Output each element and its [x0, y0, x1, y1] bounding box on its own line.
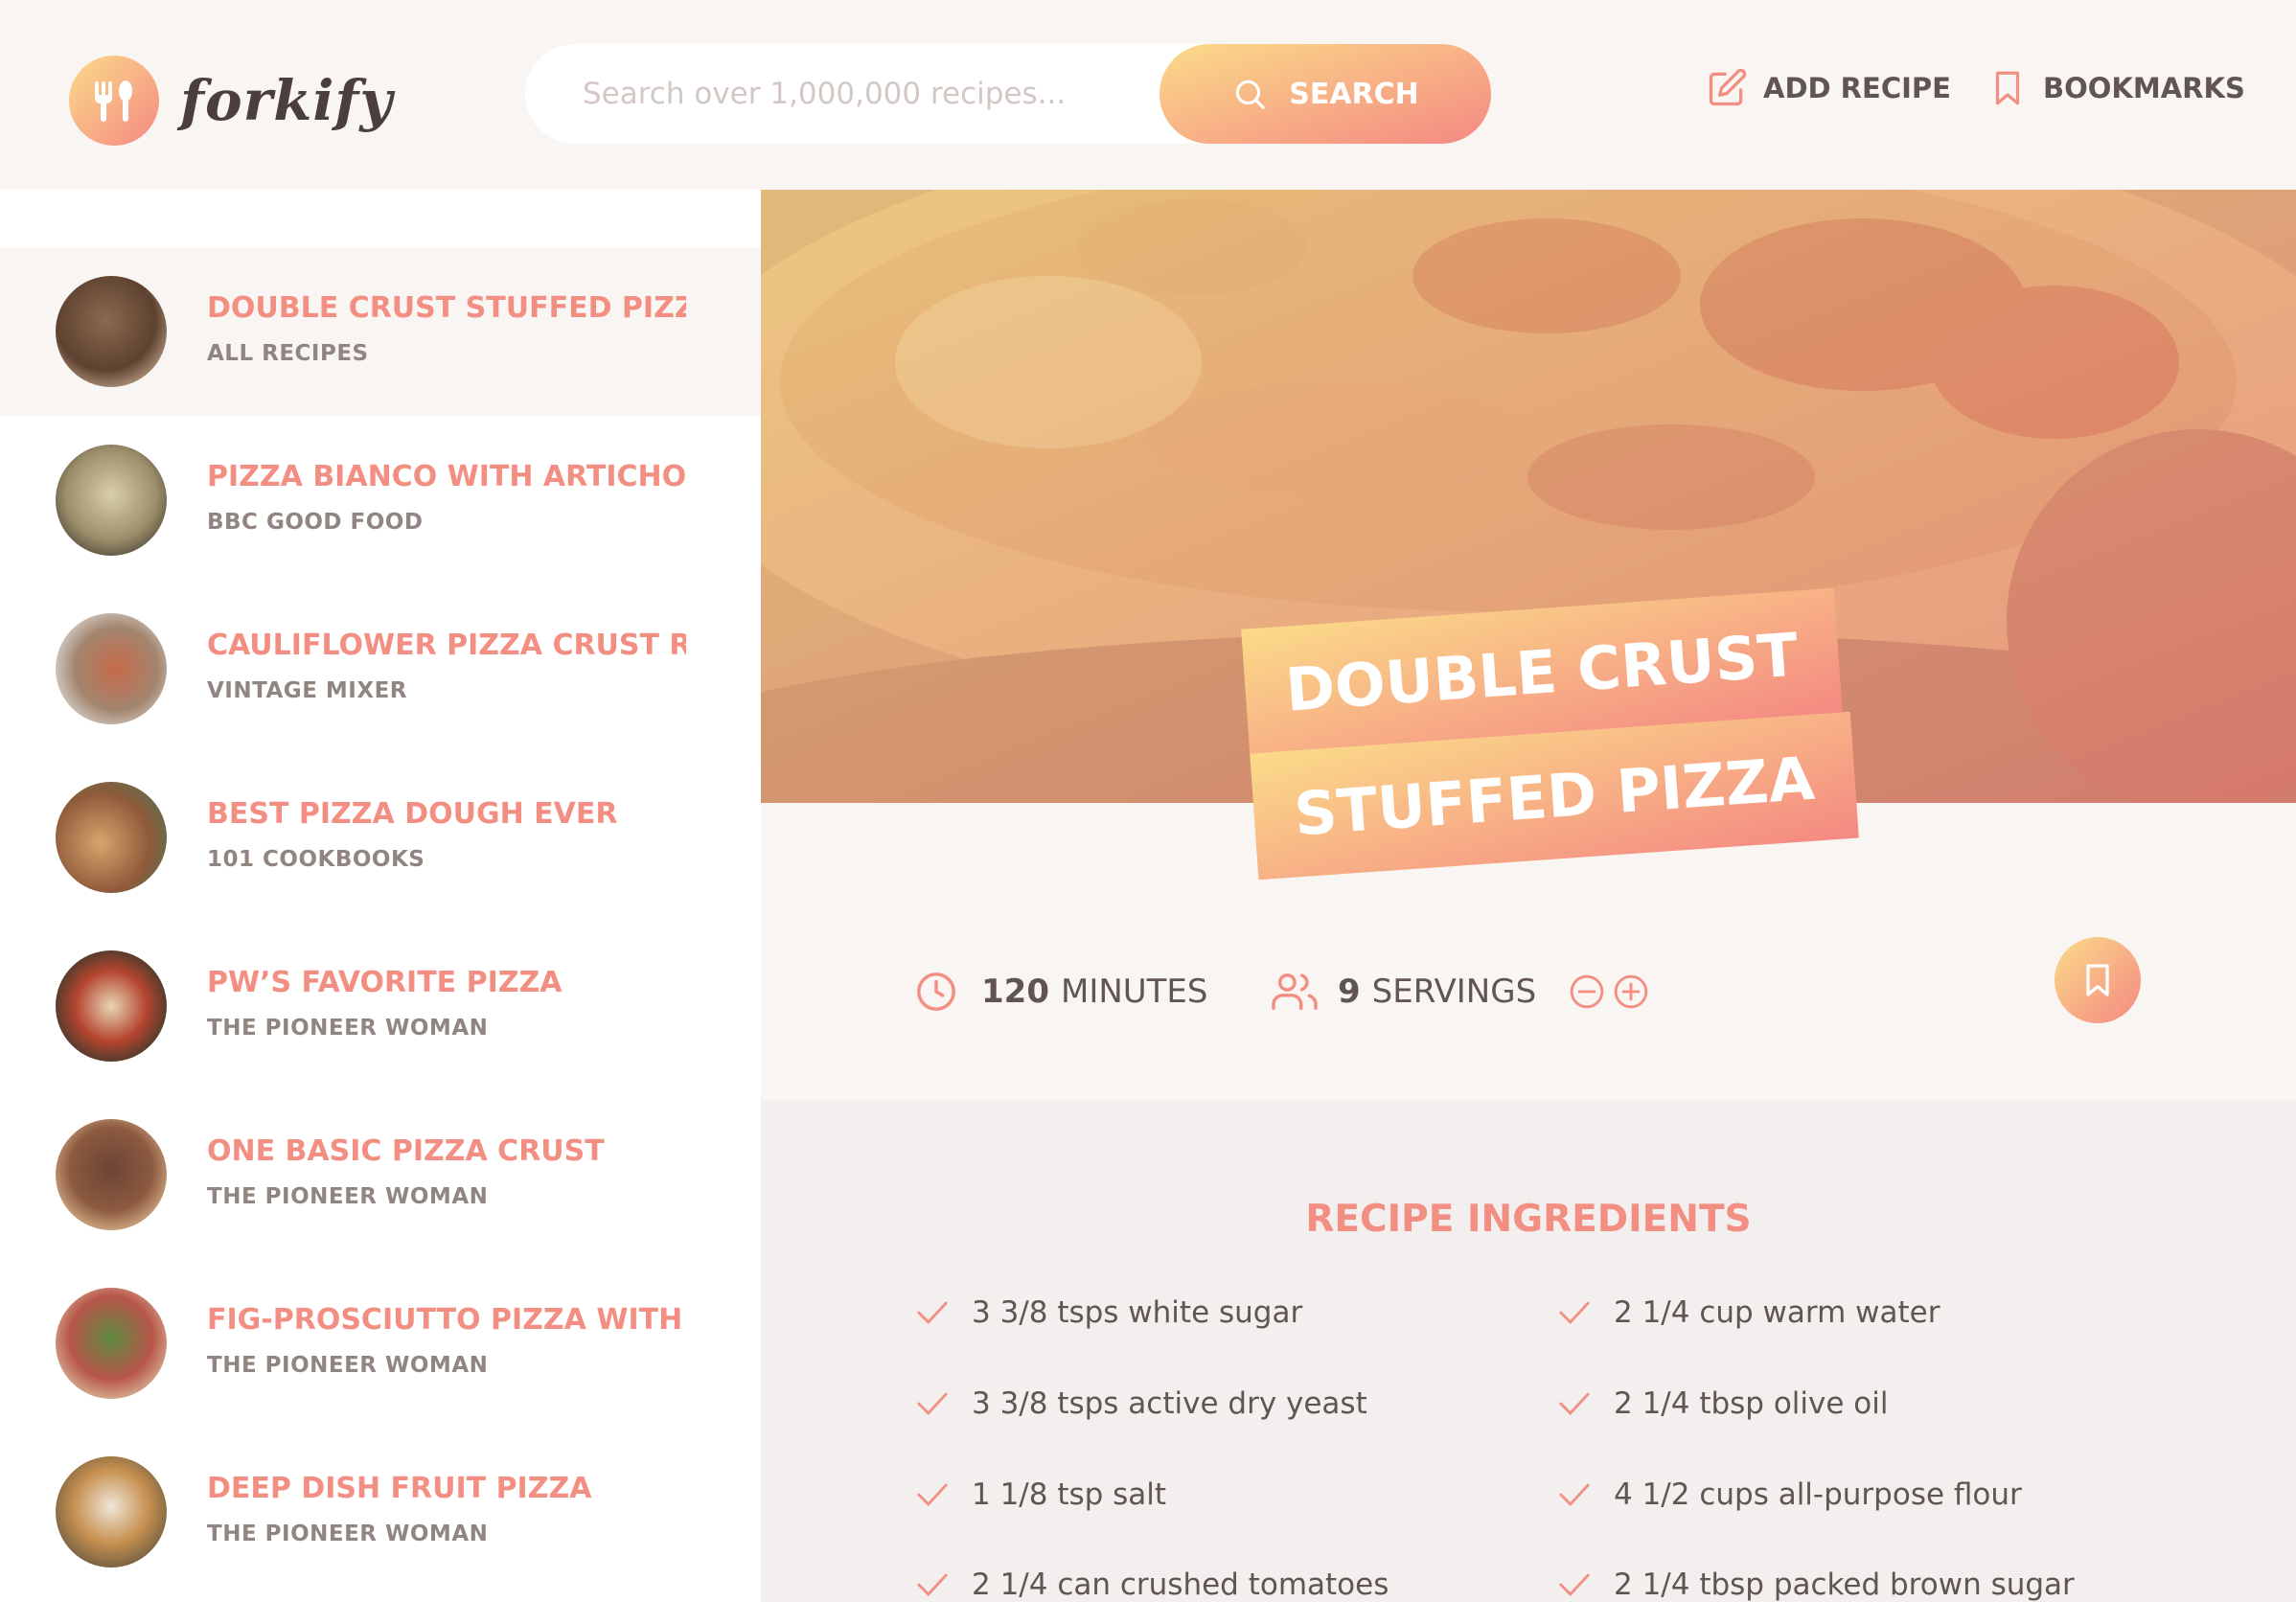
result-title: DEEP DISH FRUIT PIZZA	[207, 1472, 592, 1505]
ingredient: 2 1/4 can crushed tomatoes	[916, 1568, 1389, 1602]
recipe-thumbnail	[56, 613, 167, 724]
decrease-servings-button[interactable]	[1569, 973, 1605, 1010]
ingredient: 2 1/4 tbsp olive oil	[1558, 1386, 1889, 1421]
result-publisher: THE PIONEER WOMAN	[207, 1522, 489, 1546]
ingredient: 4 1/2 cups all-purpose flour	[1558, 1477, 2022, 1512]
recipe-thumbnail	[56, 1456, 167, 1568]
check-icon	[917, 1392, 948, 1415]
result-publisher: THE PIONEER WOMAN	[207, 1016, 489, 1041]
ingredient: 2 1/4 tbsp packed brown sugar	[1558, 1568, 2075, 1602]
edit-icon	[1709, 68, 1747, 106]
ingredient-text: 3 3/8 tsps white sugar	[972, 1295, 1303, 1330]
clock-icon	[917, 973, 955, 1011]
recipe-thumbnail	[56, 276, 167, 387]
check-icon	[1559, 1483, 1590, 1506]
logo-text: forkify	[180, 68, 394, 133]
bookmarks-button[interactable]: BOOKMARKS	[1987, 67, 2245, 109]
servings-label: SERVINGS	[1371, 973, 1537, 1011]
plus-circle-icon	[1614, 974, 1648, 1009]
result-publisher: ALL RECIPES	[207, 341, 369, 366]
search-icon	[1235, 80, 1266, 109]
result-item[interactable]: PW’S FAVORITE PIZZA THE PIONEER WOMAN	[0, 922, 761, 1090]
bookmarks-label: BOOKMARKS	[2043, 72, 2245, 104]
result-item[interactable]: PIZZA BIANCO WITH ARTICHOKE ... BBC GOOD…	[0, 416, 761, 584]
result-publisher: THE PIONEER WOMAN	[207, 1353, 489, 1378]
result-item[interactable]: BEST PIZZA DOUGH EVER 101 COOKBOOKS	[0, 753, 761, 922]
header: forkify SEARCH ADD RECIPE BOOKMARKS	[0, 0, 2296, 190]
ingredient-text: 2 1/4 tbsp packed brown sugar	[1614, 1568, 2075, 1602]
result-item[interactable]: ONE BASIC PIZZA CRUST THE PIONEER WOMAN	[0, 1090, 761, 1259]
result-title: PIZZA BIANCO WITH ARTICHOKE ...	[207, 460, 686, 493]
ingredient: 3 3/8 tsps white sugar	[916, 1295, 1302, 1330]
result-title: PW’S FAVORITE PIZZA	[207, 966, 563, 999]
search-input[interactable]	[583, 73, 1177, 115]
recipe-view: DOUBLE CRUST STUFFED PIZZA 120 MINUTES 9S…	[761, 190, 2296, 1602]
ingredients-section	[761, 1100, 2296, 1602]
ingredient: 1 1/8 tsp salt	[916, 1477, 1166, 1512]
add-recipe-button[interactable]: ADD RECIPE	[1706, 67, 1951, 109]
result-item[interactable]: FIG-PROSCIUTTO PIZZA WITH AR... THE PION…	[0, 1259, 761, 1428]
check-icon	[917, 1301, 948, 1324]
ingredients-heading: RECIPE INGREDIENTS	[1305, 1198, 1752, 1241]
result-item[interactable]: CAULIFLOWER PIZZA CRUST RECI... VINTAGE …	[0, 584, 761, 753]
bookmark-icon	[1995, 71, 2020, 105]
result-item[interactable]: DOUBLE CRUST STUFFED PIZZA ALL RECIPES	[0, 247, 761, 416]
ingredient-text: 2 1/4 can crushed tomatoes	[972, 1568, 1389, 1602]
result-publisher: THE PIONEER WOMAN	[207, 1184, 489, 1209]
search-button-label: SEARCH	[1289, 77, 1419, 111]
result-publisher: BBC GOOD FOOD	[207, 510, 424, 535]
result-publisher: VINTAGE MIXER	[207, 678, 408, 703]
cooking-time: 120 MINUTES	[914, 970, 1208, 1014]
result-item[interactable]: DEEP DISH FRUIT PIZZA THE PIONEER WOMAN	[0, 1428, 761, 1596]
minus-circle-icon	[1570, 974, 1604, 1009]
recipe-thumbnail	[56, 445, 167, 556]
search-bar: SEARCH	[525, 44, 1491, 144]
search-results: DOUBLE CRUST STUFFED PIZZA ALL RECIPES P…	[0, 190, 761, 1602]
servings-value: 9	[1338, 973, 1361, 1011]
result-title: FIG-PROSCIUTTO PIZZA WITH AR...	[207, 1303, 686, 1337]
logo[interactable]: forkify	[69, 56, 393, 146]
recipe-thumbnail	[56, 950, 167, 1062]
bookmark-recipe-button[interactable]	[2055, 937, 2141, 1023]
add-recipe-label: ADD RECIPE	[1763, 72, 1951, 104]
result-title: ONE BASIC PIZZA CRUST	[207, 1134, 605, 1168]
users-icon	[1272, 973, 1318, 1010]
bookmark-icon	[2086, 964, 2109, 996]
result-title: BEST PIZZA DOUGH EVER	[207, 797, 618, 831]
minutes-label: MINUTES	[1060, 973, 1208, 1011]
ingredient-text: 4 1/2 cups all-purpose flour	[1614, 1477, 2022, 1512]
result-title: DOUBLE CRUST STUFFED PIZZA	[207, 291, 686, 325]
recipe-thumbnail	[56, 1288, 167, 1399]
recipe-thumbnail	[56, 1119, 167, 1230]
recipe-thumbnail	[56, 782, 167, 893]
check-icon	[1559, 1573, 1590, 1596]
minutes-value: 120	[981, 973, 1049, 1011]
ingredient: 3 3/8 tsps active dry yeast	[916, 1386, 1367, 1421]
check-icon	[917, 1483, 948, 1506]
servings: 9 SERVINGS	[1271, 970, 1649, 1014]
increase-servings-button[interactable]	[1613, 973, 1649, 1010]
recipe-title: DOUBLE CRUST STUFFED PIZZA	[1239, 561, 1859, 920]
ingredient-text: 3 3/8 tsps active dry yeast	[972, 1386, 1367, 1421]
ingredient: 2 1/4 cup warm water	[1558, 1295, 1940, 1330]
ingredient-text: 1 1/8 tsp salt	[972, 1477, 1167, 1512]
fork-knife-icon	[69, 56, 159, 146]
check-icon	[917, 1573, 948, 1596]
result-title: CAULIFLOWER PIZZA CRUST RECI...	[207, 629, 686, 662]
ingredient-text: 2 1/4 cup warm water	[1614, 1295, 1940, 1330]
search-button[interactable]: SEARCH	[1159, 44, 1491, 144]
ingredient-text: 2 1/4 tbsp olive oil	[1614, 1386, 1889, 1421]
check-icon	[1559, 1392, 1590, 1415]
result-publisher: 101 COOKBOOKS	[207, 847, 425, 872]
check-icon	[1559, 1301, 1590, 1324]
